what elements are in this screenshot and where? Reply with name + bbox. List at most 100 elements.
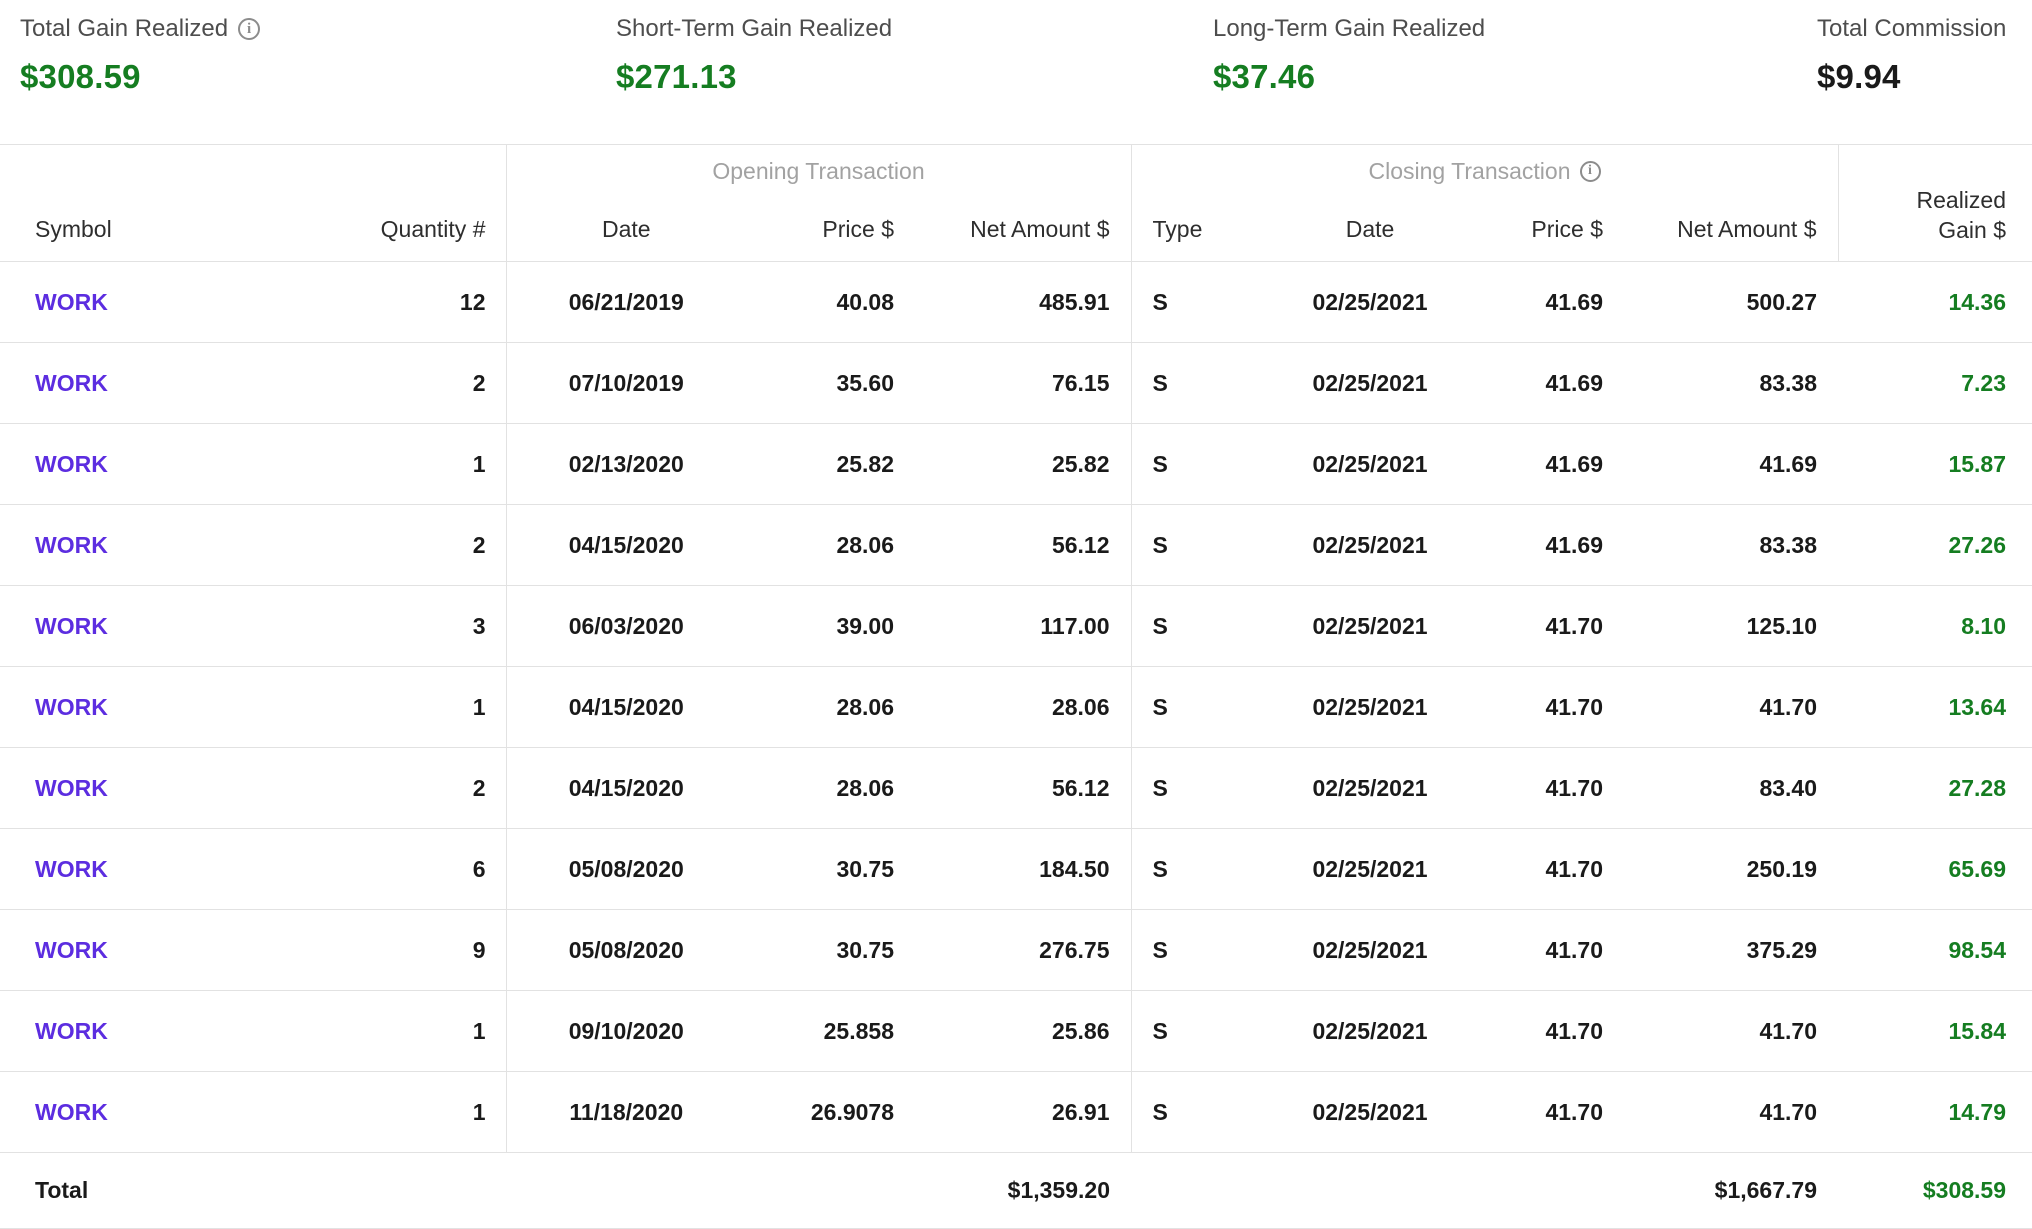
table-row: WORK 1 09/10/2020 25.858 25.86 S 02/25/2… — [0, 991, 2032, 1072]
close-price-cell: 41.69 — [1500, 505, 1625, 586]
column-header-open-net-amount: Net Amount $ — [916, 198, 1131, 262]
info-icon[interactable]: i — [238, 18, 260, 40]
open-date-cell: 02/13/2020 — [506, 424, 746, 505]
short-term-gain-value: $271.13 — [616, 58, 892, 96]
opening-transaction-group-header: Opening Transaction — [506, 145, 1131, 198]
open-date-cell: 06/03/2020 — [506, 586, 746, 667]
type-cell: S — [1131, 586, 1240, 667]
column-header-open-price: Price $ — [746, 198, 916, 262]
realized-gain-cell: 27.28 — [1838, 748, 2032, 829]
column-header-type: Type — [1131, 198, 1240, 262]
table-row: WORK 6 05/08/2020 30.75 184.50 S 02/25/2… — [0, 829, 2032, 910]
close-net-amount-cell: 83.38 — [1625, 343, 1838, 424]
info-icon[interactable]: i — [1580, 161, 1601, 182]
symbol-link[interactable]: WORK — [35, 289, 108, 315]
quantity-cell: 3 — [290, 586, 506, 667]
open-price-cell: 39.00 — [746, 586, 916, 667]
open-price-cell: 25.82 — [746, 424, 916, 505]
close-net-amount-cell: 250.19 — [1625, 829, 1838, 910]
symbol-link[interactable]: WORK — [35, 1018, 108, 1044]
symbol-cell: WORK — [0, 505, 290, 586]
total-realized-gain: $308.59 — [1838, 1153, 2032, 1229]
symbol-cell: WORK — [0, 586, 290, 667]
table-row: WORK 1 02/13/2020 25.82 25.82 S 02/25/20… — [0, 424, 2032, 505]
close-price-cell: 41.69 — [1500, 424, 1625, 505]
symbol-link[interactable]: WORK — [35, 1099, 108, 1125]
table-body: WORK 12 06/21/2019 40.08 485.91 S 02/25/… — [0, 262, 2032, 1153]
symbol-link[interactable]: WORK — [35, 937, 108, 963]
open-net-amount-cell: 56.12 — [916, 505, 1131, 586]
symbol-link[interactable]: WORK — [35, 370, 108, 396]
realized-gain-cell: 27.26 — [1838, 505, 2032, 586]
open-price-cell: 26.9078 — [746, 1072, 916, 1153]
total-row: Total $1,359.20 $1,667.79 $308.59 — [0, 1153, 2032, 1229]
close-price-cell: 41.70 — [1500, 991, 1625, 1072]
opening-transaction-label: Opening Transaction — [712, 158, 924, 185]
total-label: Total — [0, 1153, 506, 1229]
close-net-amount-cell: 500.27 — [1625, 262, 1838, 343]
table-row: WORK 1 11/18/2020 26.9078 26.91 S 02/25/… — [0, 1072, 2032, 1153]
short-term-gain-label: Short-Term Gain Realized — [616, 16, 892, 42]
close-date-cell: 02/25/2021 — [1240, 910, 1500, 991]
total-gain-realized-label: Total Gain Realized — [20, 16, 228, 42]
open-date-cell: 04/15/2020 — [506, 748, 746, 829]
open-date-cell: 09/10/2020 — [506, 991, 746, 1072]
open-price-cell: 28.06 — [746, 667, 916, 748]
close-net-amount-cell: 83.40 — [1625, 748, 1838, 829]
close-date-cell: 02/25/2021 — [1240, 424, 1500, 505]
open-net-amount-cell: 25.82 — [916, 424, 1131, 505]
open-net-amount-cell: 276.75 — [916, 910, 1131, 991]
open-date-cell: 04/15/2020 — [506, 505, 746, 586]
type-cell: S — [1131, 262, 1240, 343]
symbol-link[interactable]: WORK — [35, 856, 108, 882]
total-commission-value: $9.94 — [1817, 58, 2006, 96]
symbol-cell: WORK — [0, 991, 290, 1072]
column-header-realized-gain: Realized Gain $ — [1838, 145, 2032, 262]
type-cell: S — [1131, 991, 1240, 1072]
quantity-cell: 1 — [290, 667, 506, 748]
symbol-link[interactable]: WORK — [35, 451, 108, 477]
column-header-symbol: Symbol — [0, 198, 290, 262]
column-header-open-date: Date — [506, 198, 746, 262]
type-cell: S — [1131, 829, 1240, 910]
close-date-cell: 02/25/2021 — [1240, 829, 1500, 910]
summary-card-short-term-gain: Short-Term Gain Realized $271.13 — [616, 16, 892, 96]
gains-summary-bar: Total Gain Realized i $308.59 Short-Term… — [0, 0, 2032, 144]
close-net-amount-cell: 375.29 — [1625, 910, 1838, 991]
realized-gain-cell: 65.69 — [1838, 829, 2032, 910]
symbol-link[interactable]: WORK — [35, 775, 108, 801]
table-row: WORK 2 04/15/2020 28.06 56.12 S 02/25/20… — [0, 505, 2032, 586]
open-date-cell: 05/08/2020 — [506, 829, 746, 910]
table-footer: Total $1,359.20 $1,667.79 $308.59 — [0, 1153, 2032, 1229]
close-date-cell: 02/25/2021 — [1240, 343, 1500, 424]
realized-gain-cell: 14.36 — [1838, 262, 2032, 343]
quantity-cell: 9 — [290, 910, 506, 991]
quantity-cell: 1 — [290, 424, 506, 505]
summary-card-total-commission: Total Commission $9.94 — [1817, 16, 2006, 96]
table-row: WORK 1 04/15/2020 28.06 28.06 S 02/25/20… — [0, 667, 2032, 748]
type-cell: S — [1131, 748, 1240, 829]
table-row: WORK 3 06/03/2020 39.00 117.00 S 02/25/2… — [0, 586, 2032, 667]
type-cell: S — [1131, 667, 1240, 748]
symbol-link[interactable]: WORK — [35, 532, 108, 558]
symbol-link[interactable]: WORK — [35, 694, 108, 720]
close-price-cell: 41.70 — [1500, 667, 1625, 748]
table-row: WORK 12 06/21/2019 40.08 485.91 S 02/25/… — [0, 262, 2032, 343]
close-date-cell: 02/25/2021 — [1240, 586, 1500, 667]
open-price-cell: 40.08 — [746, 262, 916, 343]
close-price-cell: 41.70 — [1500, 1072, 1625, 1153]
quantity-cell: 1 — [290, 1072, 506, 1153]
table-row: WORK 2 04/15/2020 28.06 56.12 S 02/25/20… — [0, 748, 2032, 829]
open-price-cell: 30.75 — [746, 910, 916, 991]
summary-card-label: Short-Term Gain Realized — [616, 16, 892, 42]
long-term-gain-label: Long-Term Gain Realized — [1213, 16, 1485, 42]
quantity-cell: 6 — [290, 829, 506, 910]
type-cell: S — [1131, 505, 1240, 586]
symbol-link[interactable]: WORK — [35, 613, 108, 639]
close-price-cell: 41.70 — [1500, 829, 1625, 910]
realized-gain-cell: 7.23 — [1838, 343, 2032, 424]
quantity-cell: 12 — [290, 262, 506, 343]
table-header: Opening Transaction Closing Transaction … — [0, 145, 2032, 262]
open-net-amount-cell: 117.00 — [916, 586, 1131, 667]
table-row: WORK 9 05/08/2020 30.75 276.75 S 02/25/2… — [0, 910, 2032, 991]
